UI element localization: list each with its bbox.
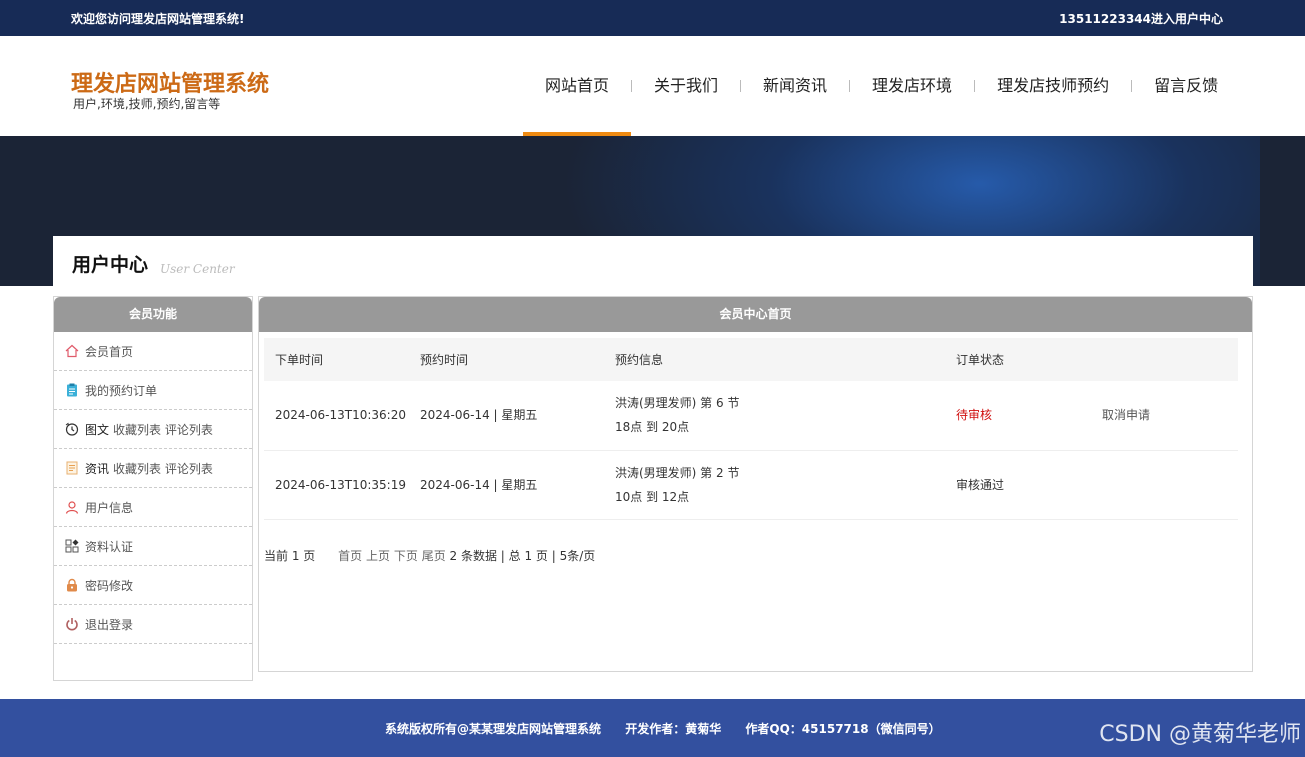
sidebar-item-graphics[interactable]: 图文 收藏列表 评论列表: [54, 410, 252, 449]
nav-feedback[interactable]: 留言反馈: [1132, 36, 1240, 136]
panel-header: 会员中心首页: [259, 297, 1252, 332]
sidebar-item-sublinks[interactable]: 收藏列表 评论列表: [113, 460, 213, 477]
page-title-box: 用户中心 User Center: [53, 236, 1253, 286]
pager-prev[interactable]: 上页: [366, 549, 390, 563]
user-icon: [65, 500, 79, 514]
home-icon: [65, 344, 79, 358]
page-title-en: User Center: [160, 262, 235, 276]
sidebar-item-member-home[interactable]: 会员首页: [54, 332, 252, 371]
nav-about[interactable]: 关于我们: [632, 36, 740, 136]
clipboard-icon: [65, 383, 79, 397]
nav-environment[interactable]: 理发店环境: [850, 36, 974, 136]
pager-first[interactable]: 首页: [338, 549, 362, 563]
sidebar-item-verification[interactable]: 资料认证: [54, 527, 252, 566]
column-header: 下单时间: [275, 353, 324, 367]
user-center-link[interactable]: 13511223344进入用户中心: [1059, 10, 1223, 27]
sidebar-item-logout[interactable]: 退出登录: [54, 605, 252, 644]
column-header: 预约时间: [420, 353, 469, 367]
sidebar-item-label: 密码修改: [85, 578, 134, 593]
pager-summary: 2 条数据 | 总 1 页 | 5条/页: [449, 549, 596, 563]
site-footer: 系统版权所有@某某理发店网站管理系统 开发作者：黄菊华 作者QQ：4515771…: [0, 699, 1305, 757]
nav-news[interactable]: 新闻资讯: [741, 36, 849, 136]
sidebar-item-sublinks[interactable]: 收藏列表 评论列表: [113, 421, 213, 438]
sidebar-item-news[interactable]: 资讯 收藏列表 评论列表: [54, 449, 252, 488]
member-sidebar: 会员功能 会员首页 我的预约订单 图文 收藏列表 评论列表 资讯 收藏列表 评论…: [53, 296, 253, 681]
pager-next[interactable]: 下页: [394, 549, 418, 563]
appointment-info: 洪涛(男理发师) 第 2 节 10点 到 12点: [604, 450, 945, 519]
pager-last[interactable]: 尾页: [422, 549, 446, 563]
site-subtitle: 用户,环境,技师,预约,留言等: [73, 97, 221, 111]
appointment-time: 2024-06-14 | 星期五: [420, 408, 538, 423]
sidebar-item-label: 用户信息: [85, 500, 134, 515]
sidebar-item-user-info[interactable]: 用户信息: [54, 488, 252, 527]
sidebar-item-label: 资料认证: [85, 539, 134, 554]
footer-author: 开发作者：黄菊华: [625, 722, 722, 736]
table-row: 2024-06-13T10:35:19 2024-06-14 | 星期五 洪涛(…: [264, 450, 1238, 519]
main-nav: 网站首页 关于我们 新闻资讯 理发店环境 理发店技师预约 留言反馈: [523, 36, 1240, 136]
appointment-info-line: 洪涛(男理发师) 第 2 节: [615, 465, 740, 480]
orders-table: 下单时间 预约时间 预约信息 订单状态 2024-06-13T10:36:20 …: [264, 338, 1238, 520]
sidebar-item-my-orders[interactable]: 我的预约订单: [54, 371, 252, 410]
sidebar-item-change-password[interactable]: 密码修改: [54, 566, 252, 605]
order-time: 2024-06-13T10:35:19: [275, 477, 406, 492]
table-header-row: 下单时间 预约时间 预约信息 订单状态: [264, 338, 1238, 381]
pager-current: 当前 1 页: [264, 549, 316, 563]
pagination: 当前 1 页 首页 上页 下页 尾页 2 条数据 | 总 1 页 | 5条/页: [264, 547, 595, 564]
nav-barber-booking[interactable]: 理发店技师预约: [975, 36, 1131, 136]
appointment-time: 2024-06-14 | 星期五: [420, 477, 538, 492]
sidebar-header: 会员功能: [54, 297, 252, 332]
footer-qq: 作者QQ：45157718（微信同号）: [745, 722, 941, 736]
appointment-info-line: 10点 到 12点: [615, 489, 690, 504]
column-header: 订单状态: [956, 353, 1005, 367]
footer-info: 系统版权所有@某某理发店网站管理系统 开发作者：黄菊华 作者QQ：4515771…: [385, 720, 961, 737]
lock-icon: [65, 578, 79, 592]
sidebar-item-label: 会员首页: [85, 344, 134, 359]
appointment-info-line: 18点 到 20点: [615, 420, 690, 435]
document-icon: [65, 461, 79, 475]
order-time: 2024-06-13T10:36:20: [275, 408, 406, 423]
csdn-watermark: CSDN @黄菊华老师: [1099, 722, 1301, 747]
footer-copyright: 系统版权所有@某某理发店网站管理系统: [385, 722, 602, 736]
page-title: 用户中心: [72, 254, 149, 276]
sidebar-item-label: 图文: [85, 422, 110, 437]
sidebar-item-label: 资讯: [85, 461, 110, 476]
row-action: [1091, 450, 1238, 519]
sidebar-item-label: 退出登录: [85, 617, 134, 632]
site-header: 理发店网站管理系统 用户,环境,技师,预约,留言等 网站首页 关于我们 新闻资讯…: [0, 36, 1305, 136]
status-badge: 待审核: [956, 408, 993, 423]
history-icon: [65, 422, 79, 436]
top-bar: 欢迎您访问理发店网站管理系统! 13511223344进入用户中心: [0, 0, 1305, 36]
grid-icon: [65, 539, 79, 553]
status-badge: 审核通过: [956, 477, 1005, 492]
table-row: 2024-06-13T10:36:20 2024-06-14 | 星期五 洪涛(…: [264, 381, 1238, 450]
cancel-request-link[interactable]: 取消申请: [1091, 381, 1238, 450]
power-icon: [65, 617, 79, 631]
appointment-info-line: 洪涛(男理发师) 第 6 节: [615, 396, 740, 411]
column-header: 预约信息: [615, 353, 664, 367]
column-header: [1091, 338, 1238, 381]
member-center-panel: 会员中心首页 下单时间 预约时间 预约信息 订单状态 2024-06-13T10…: [258, 296, 1253, 672]
sidebar-item-label: 我的预约订单: [85, 383, 158, 398]
welcome-text: 欢迎您访问理发店网站管理系统!: [71, 12, 245, 26]
appointment-info: 洪涛(男理发师) 第 6 节 18点 到 20点: [604, 381, 945, 450]
site-title[interactable]: 理发店网站管理系统: [71, 66, 269, 98]
nav-home[interactable]: 网站首页: [523, 36, 632, 136]
